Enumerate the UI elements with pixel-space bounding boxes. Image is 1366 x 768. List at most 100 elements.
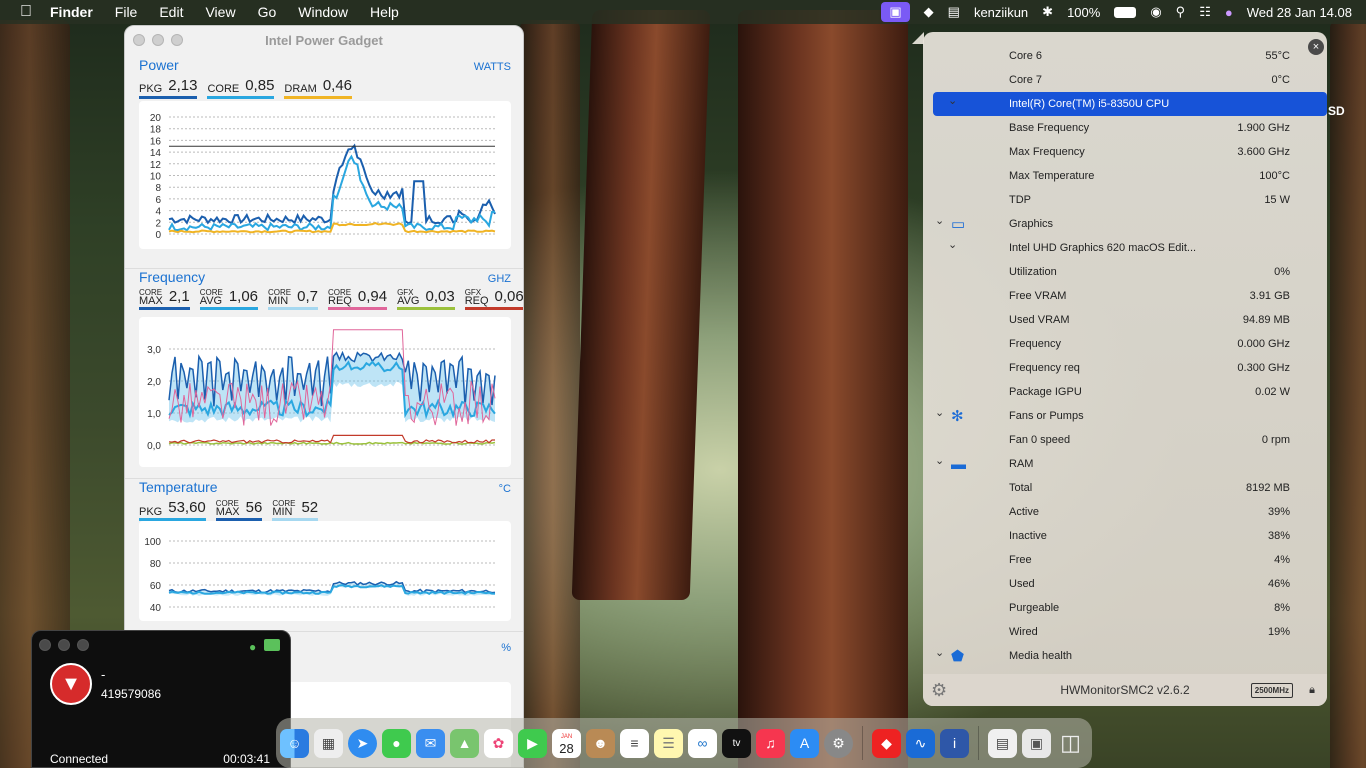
finder-icon[interactable]: ☺: [280, 728, 309, 758]
zoom-button[interactable]: [77, 639, 89, 651]
close-button[interactable]: [133, 34, 145, 46]
tree-row[interactable]: Package IGPU 0.02 W: [923, 380, 1327, 404]
tree-row[interactable]: ⌄ Intel UHD Graphics 620 macOS Edit...: [923, 236, 1327, 260]
calendar-icon[interactable]: JAN 28: [552, 728, 581, 758]
menu-view[interactable]: View: [205, 4, 235, 20]
tree-row[interactable]: Frequency req 0.300 GHz: [923, 356, 1327, 380]
legend-item: CORE AVG 1,06: [199, 288, 259, 310]
appstore-icon[interactable]: A: [790, 728, 819, 758]
activity-icon[interactable]: ▤: [948, 4, 960, 20]
tree-row[interactable]: Used 46%: [923, 572, 1327, 596]
minimize-button[interactable]: [152, 34, 164, 46]
bluetooth-icon[interactable]: ✱: [1042, 4, 1053, 20]
tree-row[interactable]: ⌄ ▭ Graphics: [923, 212, 1327, 236]
axis-tick-label: 0,0: [147, 441, 161, 452]
reminders-icon[interactable]: ≡: [620, 728, 649, 758]
row-label: Active: [1009, 506, 1039, 518]
contacts-icon[interactable]: ☻: [586, 728, 615, 758]
screenshot-icon[interactable]: ▣: [1022, 728, 1051, 758]
safari-icon[interactable]: ➤: [348, 728, 377, 758]
menu-edit[interactable]: Edit: [159, 4, 183, 20]
menu-file[interactable]: File: [115, 4, 138, 20]
messages-icon[interactable]: ●: [382, 728, 411, 758]
tree-row[interactable]: TDP 15 W: [923, 188, 1327, 212]
legend-item: CORE MAX 56: [215, 499, 263, 521]
menu-clock[interactable]: Wed 28 Jan 14.08: [1247, 5, 1352, 20]
chevron-down-icon[interactable]: ⌄: [935, 646, 947, 659]
tree-row[interactable]: Active 39%: [923, 500, 1327, 524]
close-button[interactable]: [39, 639, 51, 651]
trash-icon[interactable]: ◫: [1056, 729, 1085, 758]
launchpad-icon[interactable]: ▦: [314, 728, 343, 758]
zoom-button[interactable]: [171, 34, 183, 46]
tree-row[interactable]: Base Frequency 1.900 GHz: [923, 116, 1327, 140]
lock-icon[interactable]: 🔒︎: [1309, 684, 1315, 697]
title-bar[interactable]: Intel Power Gadget: [125, 26, 523, 54]
anydesk-icon[interactable]: ◆: [872, 728, 901, 758]
document-icon[interactable]: ▤: [988, 728, 1017, 758]
row-label: Free VRAM: [1009, 290, 1067, 302]
photos-icon[interactable]: ✿: [484, 728, 513, 758]
tree-row[interactable]: Frequency 0.000 GHz: [923, 332, 1327, 356]
intel-power-gadget-icon[interactable]: ∿: [906, 728, 935, 758]
tree-row[interactable]: Free 4%: [923, 548, 1327, 572]
tree-row[interactable]: Wired 19%: [923, 620, 1327, 644]
menu-window[interactable]: Window: [298, 4, 348, 20]
music-icon[interactable]: ♫: [756, 728, 785, 758]
menu-help[interactable]: Help: [370, 4, 399, 20]
menu-user[interactable]: kenziikun: [974, 5, 1028, 20]
chevron-down-icon[interactable]: ⌄: [935, 214, 947, 227]
chevron-down-icon[interactable]: ⌄: [948, 94, 960, 107]
tree-row[interactable]: Used VRAM 94.89 MB: [923, 308, 1327, 332]
hwmonitor-icon[interactable]: i: [940, 728, 969, 758]
siri-icon[interactable]: ●: [1225, 5, 1233, 20]
tree-row[interactable]: Core 7 0°C: [923, 68, 1327, 92]
tree-row[interactable]: Utilization 0%: [923, 260, 1327, 284]
freeform-icon[interactable]: ∞: [688, 728, 717, 758]
notes-icon[interactable]: ☰: [654, 728, 683, 758]
tree-row[interactable]: Fan 0 speed 0 rpm: [923, 428, 1327, 452]
screen-mirror-icon[interactable]: ▣: [881, 2, 910, 22]
gear-icon[interactable]: ⚙: [931, 680, 947, 701]
search-icon[interactable]: ⚲: [1176, 4, 1186, 20]
row-label: Package IGPU: [1009, 386, 1082, 398]
wifi-icon[interactable]: ◉: [1150, 4, 1161, 20]
tree-row[interactable]: Max Temperature 100°C: [923, 164, 1327, 188]
chevron-down-icon[interactable]: ⌄: [935, 454, 947, 467]
tree-row[interactable]: Core 6 55°C: [923, 44, 1327, 68]
legend-value: 0,06: [494, 288, 524, 305]
minimize-button[interactable]: [58, 639, 70, 651]
tree-row[interactable]: ⌄ Intel(R) Core(TM) i5-8350U CPU: [933, 92, 1327, 116]
legend-value: 0,94: [357, 288, 388, 305]
menu-go[interactable]: Go: [258, 4, 277, 20]
tree-row[interactable]: Total 8192 MB: [923, 476, 1327, 500]
chevron-down-icon[interactable]: ⌄: [948, 238, 960, 251]
apple-icon[interactable]: : [20, 3, 32, 21]
legend-key: CORE MIN: [272, 500, 295, 518]
control-center-icon[interactable]: ☷: [1199, 4, 1211, 20]
facetime-icon[interactable]: ▶: [518, 728, 547, 758]
axis-tick-label: 80: [150, 559, 162, 570]
tree-row[interactable]: ⌄ ✻ Fans or Pumps: [923, 404, 1327, 428]
panel-footer: ⚙ HWMonitorSMC2 v2.6.2 2500MHz 🔒︎: [923, 674, 1327, 706]
tree-row[interactable]: Inactive 38%: [923, 524, 1327, 548]
system-settings-icon[interactable]: ⚙: [824, 728, 853, 758]
appletv-icon[interactable]: tv: [722, 728, 751, 758]
menu-app-name[interactable]: Finder: [50, 4, 93, 20]
legend-key: CORE MAX: [216, 500, 240, 518]
frequency-plot: 3,0 2,0 1,0 0,0: [139, 317, 511, 467]
tree-row[interactable]: ⌄ ▬ RAM: [923, 452, 1327, 476]
diamond-icon[interactable]: ◆: [924, 4, 934, 20]
tree-row[interactable]: Purgeable 8%: [923, 596, 1327, 620]
chevron-down-icon[interactable]: ⌄: [935, 406, 947, 419]
row-value: 8%: [1274, 602, 1290, 614]
tree-row[interactable]: ⌄ ⬟ Media health: [923, 644, 1327, 668]
battery-percent[interactable]: 100%: [1067, 5, 1100, 20]
tree-row[interactable]: Free VRAM 3.91 GB: [923, 284, 1327, 308]
maps-icon[interactable]: ▲: [450, 728, 479, 758]
tree-row[interactable]: Max Frequency 3.600 GHz: [923, 140, 1327, 164]
row-value: 0.300 GHz: [1237, 362, 1290, 374]
chat-icon[interactable]: [264, 639, 280, 651]
mail-icon[interactable]: ✉: [416, 728, 445, 758]
ram-icon: ▬: [951, 455, 966, 473]
